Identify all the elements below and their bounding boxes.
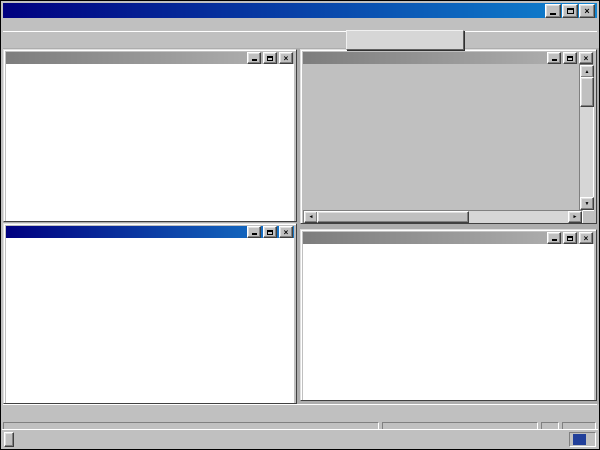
window-trend: × <box>3 49 297 222</box>
window-traffic: × ▲ ▼ ◄ ► <box>300 49 597 224</box>
start-button[interactable] <box>4 431 14 447</box>
traffic-maximize-button[interactable] <box>563 52 577 64</box>
scroll-right-icon[interactable]: ► <box>568 211 582 223</box>
scroll-left-icon[interactable]: ◄ <box>304 211 318 223</box>
spectra-maximize-button[interactable] <box>263 226 277 238</box>
spectra-minimize-button[interactable] <box>247 226 261 238</box>
trend-close-button[interactable]: × <box>279 52 293 64</box>
traffic-close-button[interactable]: × <box>579 52 593 64</box>
tooltip <box>346 30 464 50</box>
app-titlebar[interactable]: × <box>3 3 597 18</box>
time-maximize-button[interactable] <box>563 232 577 244</box>
trend-titlebar[interactable]: × <box>6 52 294 64</box>
scroll-thumb[interactable] <box>317 211 469 223</box>
scroll-thumb[interactable] <box>580 77 594 107</box>
mdi-area: × × ▲ ▼ ◄ ► × × <box>3 48 599 404</box>
traffic-titlebar[interactable]: × <box>303 52 594 64</box>
trend-maximize-button[interactable] <box>263 52 277 64</box>
traffic-vertical-scrollbar[interactable]: ▲ ▼ <box>579 64 594 211</box>
traffic-minimize-button[interactable] <box>547 52 561 64</box>
scroll-down-icon[interactable]: ▼ <box>580 197 594 210</box>
maximize-button[interactable] <box>562 3 578 18</box>
time-titlebar[interactable]: × <box>303 232 594 244</box>
spectra-titlebar[interactable]: × <box>6 226 294 238</box>
language-indicator[interactable] <box>573 433 586 445</box>
minimize-button[interactable] <box>545 3 561 18</box>
time-minimize-button[interactable] <box>547 232 561 244</box>
window-time: × <box>300 229 597 401</box>
taskbar <box>2 429 598 448</box>
time-close-button[interactable]: × <box>579 232 593 244</box>
traffic-horizontal-scrollbar[interactable]: ◄ ► <box>303 210 583 223</box>
spectra-close-button[interactable]: × <box>279 226 293 238</box>
trend-minimize-button[interactable] <box>247 52 261 64</box>
close-button[interactable]: × <box>579 3 595 18</box>
window-spectra: × <box>3 223 297 404</box>
menubar <box>3 18 597 31</box>
screen: × × × ▲ ▼ ◄ ► × × <box>0 0 600 450</box>
system-tray <box>569 431 596 447</box>
